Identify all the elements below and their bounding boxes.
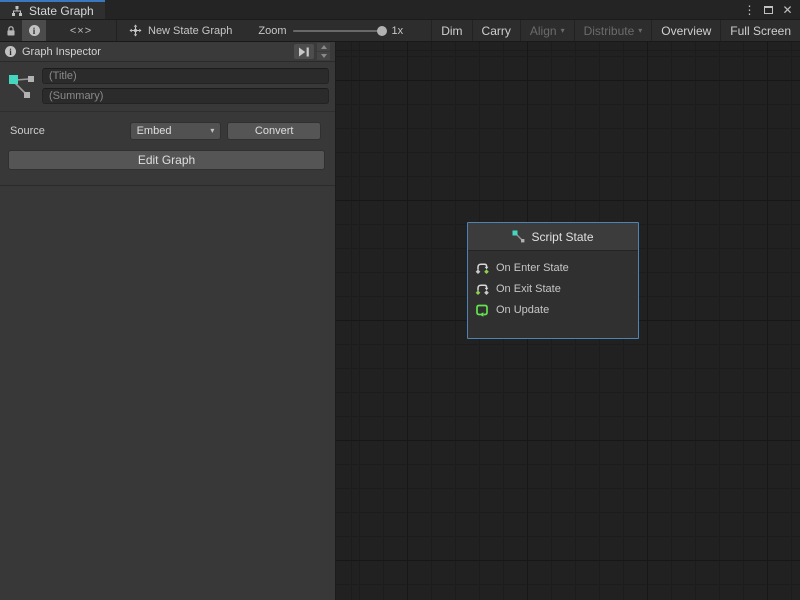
graph-asset-icon — [4, 68, 42, 104]
distribute-label: Distribute — [584, 24, 635, 38]
script-state-node[interactable]: Script State On Enter State — [467, 222, 639, 339]
carry-label: Carry — [482, 24, 511, 38]
chevron-down-icon: ▾ — [210, 127, 214, 135]
node-row-on-update[interactable]: On Update — [475, 299, 638, 320]
node-body: On Enter State On Exit State — [468, 251, 638, 320]
pan-move-icon — [129, 24, 142, 37]
window-menu-icon[interactable]: ⋮ — [741, 2, 758, 18]
dim-label: Dim — [441, 24, 462, 38]
maximize-icon[interactable] — [760, 2, 777, 18]
graph-summary-input[interactable] — [42, 88, 329, 104]
zoom-value: 1x — [392, 25, 404, 37]
inspector-toggle-button[interactable]: i — [22, 20, 46, 41]
graph-inspector-panel: i Graph Inspector — [0, 42, 336, 600]
inspector-header-controls — [294, 43, 330, 60]
tab-state-graph[interactable]: State Graph — [0, 0, 105, 19]
update-icon — [475, 303, 489, 317]
overview-button[interactable]: Overview — [651, 20, 720, 41]
node-row-on-enter-state[interactable]: On Enter State — [475, 257, 638, 278]
lock-icon — [6, 25, 16, 37]
triangle-up-icon — [321, 45, 327, 49]
convert-button[interactable]: Convert — [227, 122, 321, 140]
carry-button[interactable]: Carry — [472, 20, 520, 41]
source-value: Embed — [137, 125, 172, 137]
graph-title-input[interactable] — [42, 68, 329, 84]
distribute-dropdown-button[interactable]: Distribute ▾ — [574, 20, 652, 41]
inspector-empty-area — [0, 186, 335, 600]
node-title: Script State — [531, 230, 593, 244]
enter-state-icon — [475, 261, 489, 275]
new-state-graph-button[interactable]: New State Graph — [117, 20, 244, 41]
node-row-label: On Enter State — [496, 262, 569, 274]
toolbar-right-group: Dim Carry Align ▾ Distribute ▾ Overview … — [431, 20, 800, 41]
info-icon: i — [5, 46, 16, 57]
chevron-down-icon: ▾ — [561, 27, 565, 35]
toolbar: i <×> New State Graph Zoom 1x Dim Carry — [0, 20, 800, 42]
zoom-label: Zoom — [258, 25, 286, 37]
node-header[interactable]: Script State — [468, 223, 638, 251]
expand-right-icon — [298, 47, 310, 57]
full-screen-button[interactable]: Full Screen — [720, 20, 800, 41]
code-view-button[interactable]: <×> — [46, 20, 116, 41]
graph-inspector-title: Graph Inspector — [22, 46, 101, 58]
exit-state-icon — [475, 282, 489, 296]
node-row-label: On Update — [496, 304, 549, 316]
new-state-graph-label: New State Graph — [148, 25, 232, 37]
close-icon[interactable]: ✕ — [779, 2, 796, 18]
edit-graph-button[interactable]: Edit Graph — [8, 150, 325, 170]
panel-spinner — [317, 43, 330, 60]
zoom-slider-knob[interactable] — [377, 26, 387, 36]
dim-button[interactable]: Dim — [431, 20, 471, 41]
zoom-slider[interactable] — [293, 30, 386, 32]
node-row-label: On Exit State — [496, 283, 561, 295]
full-screen-label: Full Screen — [730, 24, 791, 38]
spinner-up-button[interactable] — [317, 43, 330, 51]
state-graph-window: State Graph ⋮ ✕ i <×> New State Graph — [0, 0, 800, 600]
triangle-down-icon — [321, 54, 327, 58]
spinner-down-button[interactable] — [317, 52, 330, 60]
graph-meta-fields — [42, 68, 329, 104]
zoom-control: Zoom 1x — [258, 20, 403, 41]
info-icon: i — [29, 25, 40, 36]
script-state-icon — [512, 230, 525, 243]
source-row: Source Embed ▾ Convert — [0, 112, 335, 148]
title-bar: State Graph ⋮ ✕ — [0, 0, 800, 20]
main-content: i Graph Inspector — [0, 42, 800, 600]
dock-panel-button[interactable] — [294, 44, 314, 59]
graph-inspector-header: i Graph Inspector — [0, 42, 335, 62]
lock-button[interactable] — [0, 20, 22, 41]
align-label: Align — [530, 24, 557, 38]
overview-label: Overview — [661, 24, 711, 38]
align-dropdown-button[interactable]: Align ▾ — [520, 20, 574, 41]
source-label: Source — [10, 125, 130, 137]
maximize-glyph — [764, 6, 773, 14]
node-row-on-exit-state[interactable]: On Exit State — [475, 278, 638, 299]
chevron-down-icon: ▾ — [638, 27, 642, 35]
graph-canvas[interactable]: Script State On Enter State — [336, 42, 800, 600]
tab-title: State Graph — [29, 4, 94, 18]
source-select[interactable]: Embed ▾ — [130, 122, 222, 140]
graph-meta-section — [0, 62, 335, 112]
window-controls: ⋮ ✕ — [741, 0, 800, 19]
hierarchy-icon — [11, 5, 23, 17]
